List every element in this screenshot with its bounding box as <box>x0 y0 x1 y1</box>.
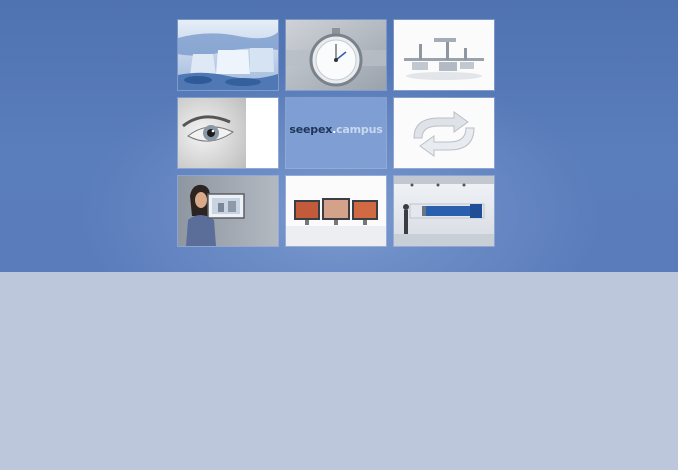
tile-woman-laptop[interactable] <box>178 176 278 246</box>
campus-word: campus <box>336 123 383 136</box>
showroom-pump-image <box>394 176 494 246</box>
eye-image <box>178 98 278 168</box>
waterfall-image <box>178 20 278 90</box>
tile-monitors[interactable] <box>286 176 386 246</box>
tile-showroom[interactable] <box>394 176 494 246</box>
campus-brand: seepex <box>289 123 333 136</box>
curved-arrows-image <box>394 98 494 168</box>
tile-stopwatch[interactable] <box>286 20 386 90</box>
tile-waterfall[interactable] <box>178 20 278 90</box>
tile-arrows[interactable] <box>394 98 494 168</box>
tile-seepex-campus[interactable]: seepex.campus <box>286 98 386 168</box>
stopwatch-image <box>286 20 386 90</box>
tile-eye[interactable] <box>178 98 278 168</box>
lower-background <box>0 272 678 470</box>
tile-pipeline[interactable] <box>394 20 494 90</box>
pipeline-model-image <box>394 20 494 90</box>
monitors-image <box>286 176 386 246</box>
woman-with-laptop-image <box>178 176 278 246</box>
seepex-campus-logo: seepex.campus <box>286 123 386 136</box>
